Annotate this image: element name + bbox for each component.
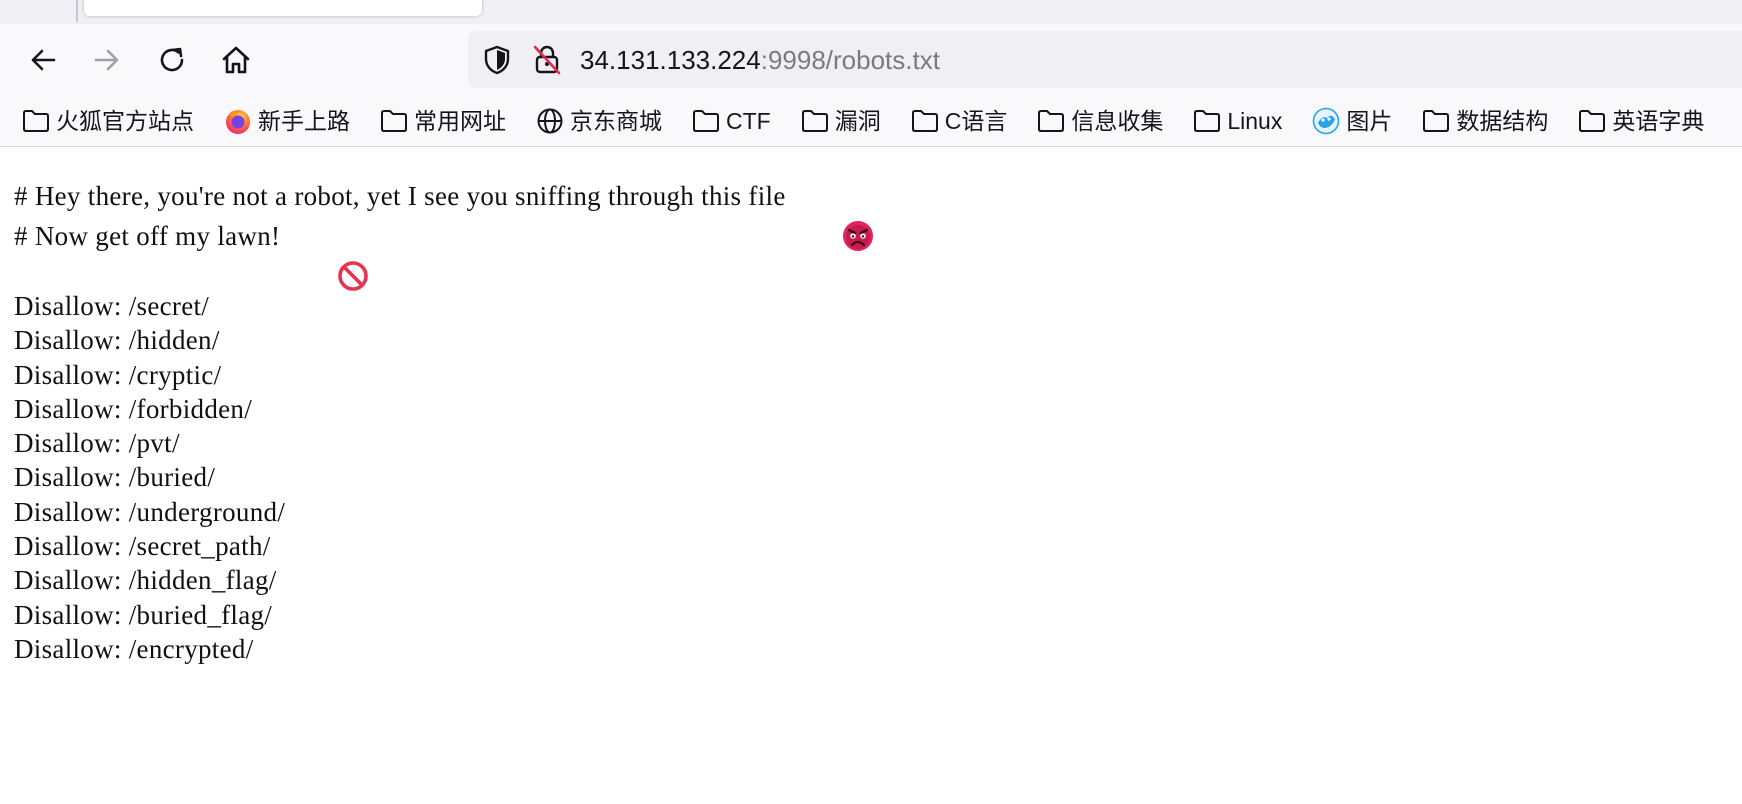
bookmarks-toolbar: 火狐官方站点 新手上路 常用网址 京东商城 CTF 漏洞 C语言 信息收集 Linux 图片 数据结…	[0, 96, 1742, 147]
bookmark-label: 新手上路	[258, 108, 350, 134]
disallow-rule: Disallow: /hidden_flag/	[14, 565, 277, 596]
bookmark-item[interactable]: Linux	[1171, 101, 1290, 141]
disallow-rule: Disallow: /secret/	[14, 291, 210, 321]
prohibited-icon	[294, 220, 368, 291]
bookmark-item[interactable]: 信息收集	[1015, 101, 1171, 141]
tab-strip	[0, 0, 1742, 24]
comment-line: # Hey there, you're not a robot, yet I s…	[14, 176, 1734, 251]
home-button[interactable]	[212, 36, 260, 84]
bookmark-label: C语言	[944, 108, 1008, 134]
comment-line: # Now get off my lawn!	[14, 216, 1734, 291]
disallow-rule: Disallow: /buried/	[14, 462, 216, 493]
reload-icon	[160, 47, 184, 72]
bookmark-item[interactable]: 图片	[1290, 101, 1400, 141]
disallow-rule: Disallow: /forbidden/	[14, 393, 253, 424]
bookmark-label: CTF	[726, 108, 771, 134]
reload-button[interactable]	[148, 36, 196, 84]
globe-icon	[536, 107, 564, 135]
bookmark-item[interactable]: 火狐官方站点	[0, 101, 202, 141]
folder-icon	[1193, 107, 1221, 135]
tab-divider	[76, 0, 78, 22]
bookmark-label: 信息收集	[1071, 108, 1164, 134]
folder-icon	[1037, 107, 1065, 135]
disallow-rule: Disallow: /cryptic/	[14, 359, 222, 390]
bookmark-label: 漏洞	[834, 108, 881, 134]
bookmark-item[interactable]: 新手上路	[202, 101, 358, 141]
bookmarks-list: 火狐官方站点 新手上路 常用网址 京东商城 CTF 漏洞 C语言 信息收集 Linux 图片 数据结…	[0, 96, 1712, 146]
angry-face-icon	[800, 180, 873, 251]
arrow-right-icon	[94, 49, 119, 71]
arrow-left-icon	[31, 49, 56, 71]
bookmark-item[interactable]: 漏洞	[779, 101, 889, 141]
bookmark-label: Linux	[1227, 108, 1283, 134]
disallow-rule: Disallow: /underground/	[14, 496, 286, 527]
url-path: :9998/robots.txt	[760, 45, 940, 75]
back-button[interactable]	[19, 36, 67, 84]
bookmark-item[interactable]: 常用网址	[358, 101, 514, 141]
comment-text: # Now get off my lawn!	[14, 221, 281, 251]
home-icon	[222, 46, 250, 74]
bookmark-item[interactable]: 英语字典	[1556, 101, 1712, 141]
active-tab[interactable]	[84, 0, 482, 16]
url-bar[interactable]: 34.131.133.224:9998/robots.txt	[468, 31, 1742, 88]
disallow-rule: Disallow: /buried_flag/	[14, 599, 273, 630]
folder-icon	[22, 107, 50, 135]
disallow-rule: Disallow: /encrypted/	[14, 633, 254, 664]
folder-icon	[380, 107, 408, 135]
page-content: # Hey there, you're not a robot, yet I s…	[14, 176, 1734, 666]
disallow-rule: Disallow: /secret_path/	[14, 531, 271, 562]
bookmark-item[interactable]: 数据结构	[1400, 101, 1556, 141]
disallow-rule: Disallow: /hidden/	[14, 325, 220, 356]
folder-icon	[692, 107, 720, 135]
bookmark-label: 京东商城	[570, 108, 662, 134]
bookmark-label: 火狐官方站点	[56, 108, 194, 134]
forward-button[interactable]	[83, 36, 131, 84]
url-host: 34.131.133.224	[580, 45, 761, 75]
folder-icon	[911, 107, 939, 135]
bookmark-label: 图片	[1346, 108, 1393, 134]
navigation-toolbar: 34.131.133.224:9998/robots.txt	[0, 24, 1742, 96]
bookmark-item[interactable]: 京东商城	[514, 101, 670, 141]
folder-icon	[1578, 107, 1606, 135]
folder-icon	[801, 107, 829, 135]
insecure-lock-icon[interactable]	[531, 44, 563, 76]
bookmark-item[interactable]: C语言	[889, 101, 1016, 141]
firefox-icon	[224, 107, 252, 135]
folder-icon	[1422, 107, 1450, 135]
bookmark-label: 英语字典	[1612, 108, 1705, 134]
image-site-icon	[1312, 107, 1340, 135]
comment-text: # Hey there, you're not a robot, yet I s…	[14, 181, 786, 211]
shield-icon[interactable]	[481, 44, 513, 76]
disallow-rule: Disallow: /pvt/	[14, 428, 180, 459]
disallow-rules: Disallow: /secret/Disallow: /hidden/Disa…	[14, 289, 1734, 666]
url-text[interactable]: 34.131.133.224:9998/robots.txt	[580, 45, 940, 75]
bookmark-label: 数据结构	[1456, 108, 1549, 134]
bookmark-label: 常用网址	[414, 108, 506, 134]
bookmark-item[interactable]: CTF	[670, 101, 779, 141]
